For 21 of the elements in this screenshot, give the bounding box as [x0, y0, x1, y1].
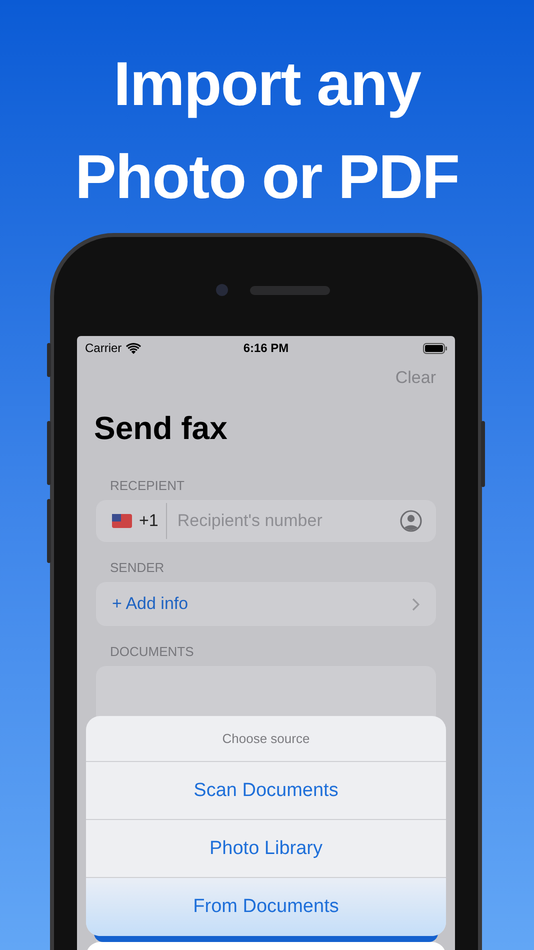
wifi-icon [126, 342, 141, 354]
camera-dot [216, 284, 228, 296]
section-label: SENDER [109, 559, 166, 577]
sheet-title: Choose source [222, 731, 310, 746]
carrier-label: Carrier [85, 341, 122, 355]
chevron-icon [412, 598, 420, 610]
country-code[interactable]: +1 [139, 511, 166, 531]
sheet-action[interactable]: Scan Documents [86, 762, 446, 820]
sheet-action[interactable]: From Documents [86, 878, 446, 936]
add-info-row[interactable]: + Add info [96, 582, 436, 626]
phone-number-field[interactable]: Recipient's number [175, 510, 400, 532]
battery-icon [423, 342, 447, 354]
section-label: DOCUMENTS [109, 643, 195, 661]
headline: Photo or PDF [74, 142, 460, 214]
flag-icon [112, 514, 132, 528]
contact-icon[interactable] [400, 510, 422, 532]
section-label: RECEPIENT [109, 477, 186, 495]
recipient-field[interactable]: +1 Recipient's number [96, 500, 436, 542]
screen-title: Send fax [93, 409, 228, 448]
status-time: 6:16 PM [243, 341, 289, 355]
headline: Import any [114, 49, 420, 121]
